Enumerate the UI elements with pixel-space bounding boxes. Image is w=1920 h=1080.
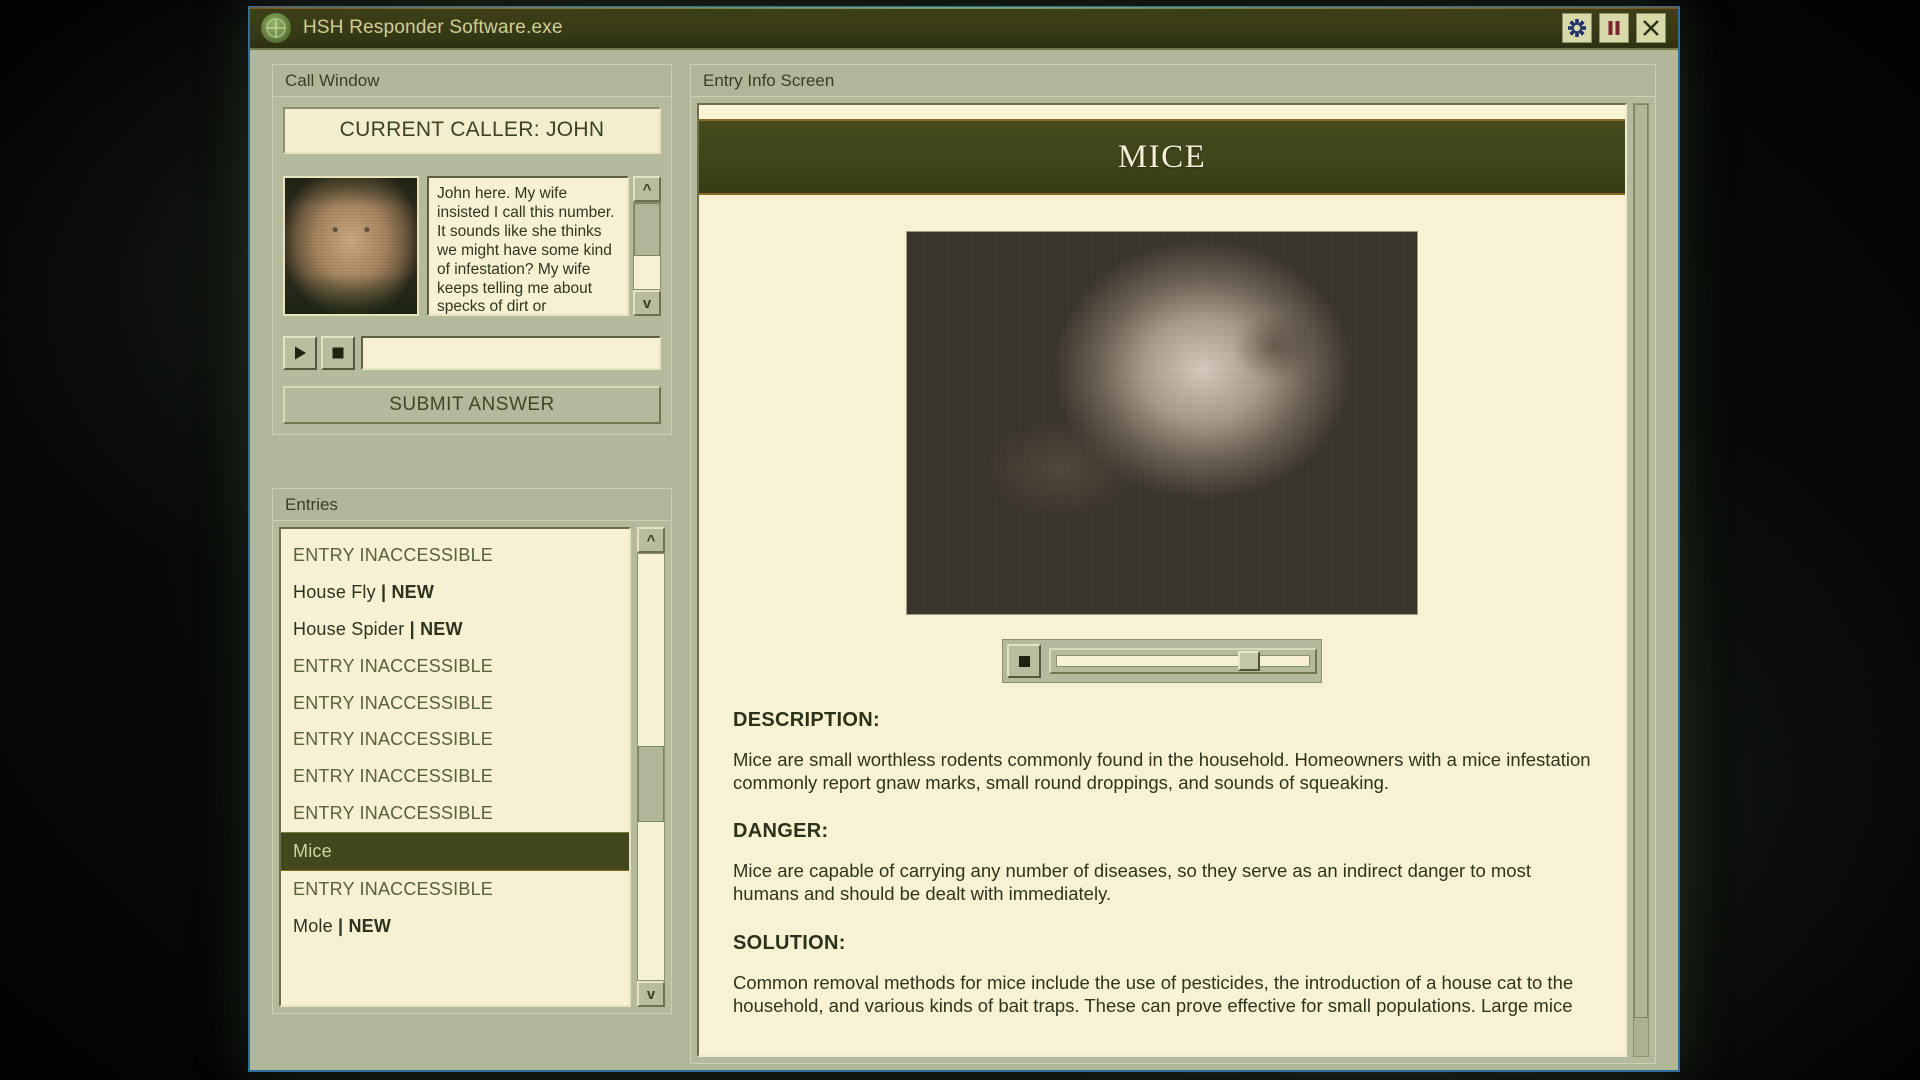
play-button[interactable] — [283, 336, 317, 370]
entries-scrollbar[interactable]: ^ v — [637, 527, 665, 1007]
image-stop-button[interactable] — [1007, 644, 1042, 678]
entry-list-item[interactable]: ENTRY INACCESSIBLE — [281, 871, 629, 908]
entry-new-badge: | NEW — [404, 618, 463, 639]
entries-panel: Entries ENTRY INACCESSIBLE House Fly | NE… — [272, 488, 672, 1014]
caller-portrait — [283, 176, 419, 316]
entries-scroll-up-button[interactable]: ^ — [637, 527, 665, 553]
entry-item-label: Mice — [293, 841, 332, 862]
entry-item-label: ENTRY INACCESSIBLE — [293, 655, 494, 676]
entry-info-body: MICE DESCRIPTION: Mice are small worthle… — [690, 96, 1656, 1064]
entry-list-item[interactable]: ENTRY INACCESSIBLE — [281, 685, 629, 722]
entries-scroll-thumb[interactable] — [638, 745, 664, 823]
entry-list-item[interactable]: House Fly | NEW — [281, 574, 629, 611]
audio-controls-row — [283, 336, 661, 370]
entry-item-label: ENTRY INACCESSIBLE — [293, 803, 494, 824]
entry-section: DANGER: Mice are capable of carrying any … — [699, 820, 1625, 905]
entry-item-label: House Fly — [293, 581, 376, 602]
current-caller-banner: CURRENT CALLER: JOHN — [283, 107, 661, 154]
entry-info-scrollbar[interactable] — [1633, 103, 1649, 1057]
image-slider-track[interactable] — [1049, 648, 1318, 674]
entry-item-label: Mole — [293, 915, 333, 936]
entry-section-body: Mice are capable of carrying any number … — [733, 860, 1531, 905]
entry-list-item[interactable]: House Spider | NEW — [281, 611, 629, 648]
call-window-panel: Call Window CURRENT CALLER: JOHN John he… — [272, 64, 672, 435]
pause-button[interactable] — [1599, 13, 1629, 43]
title-bar: HSH Responder Software.exe — [250, 7, 1678, 50]
entry-sections: DESCRIPTION: Mice are small worthless rod… — [699, 709, 1625, 1017]
dialogue-scrollbar[interactable]: ^ v — [633, 176, 661, 316]
entry-list-item[interactable]: ENTRY INACCESSIBLE — [281, 537, 629, 574]
settings-button[interactable] — [1562, 13, 1592, 43]
window-controls — [1562, 13, 1678, 43]
entry-list-item[interactable]: Mice — [281, 832, 629, 872]
dialogue-scroll-track[interactable] — [633, 202, 661, 290]
entry-new-badge: | NEW — [332, 915, 392, 936]
entries-list[interactable]: ENTRY INACCESSIBLE House Fly | NEW House S… — [279, 527, 631, 1007]
entry-section-heading: DESCRIPTION: — [733, 709, 880, 731]
entry-section-body: Mice are small worthless rodents commonl… — [733, 749, 1591, 794]
gear-icon — [1568, 19, 1586, 37]
entry-list-item[interactable]: ENTRY INACCESSIBLE — [281, 758, 629, 795]
entry-info-page: MICE DESCRIPTION: Mice are small worthle… — [697, 103, 1628, 1057]
entries-label: Entries — [272, 488, 672, 520]
entry-list-item[interactable]: Mole | NEW — [281, 908, 629, 945]
close-x-icon — [1643, 20, 1659, 36]
call-window-label: Call Window — [272, 64, 672, 96]
application-window: HSH Responder Software.exe Call Window C… — [248, 6, 1680, 1072]
stop-icon — [1018, 655, 1030, 667]
pause-icon — [1608, 21, 1620, 35]
image-slider-row[interactable] — [1002, 639, 1323, 683]
hsh-emblem-icon — [261, 13, 291, 43]
entry-new-badge: | NEW — [375, 581, 435, 602]
stop-icon — [332, 347, 344, 359]
close-button[interactable] — [1636, 13, 1666, 43]
entry-list-item[interactable]: ENTRY INACCESSIBLE — [281, 795, 629, 832]
entry-item-label: ENTRY INACCESSIBLE — [293, 879, 494, 900]
play-icon — [295, 346, 306, 360]
entry-item-label: House Spider — [293, 618, 405, 639]
call-dialogue-area: John here. My wife insisted I call this … — [283, 176, 661, 316]
entry-section-body: Common removal methods for mice include … — [733, 971, 1574, 1016]
entries-scroll-track[interactable] — [637, 553, 665, 981]
call-window-body: CURRENT CALLER: JOHN John here. My wife … — [272, 96, 672, 435]
entry-item-label: ENTRY INACCESSIBLE — [293, 766, 494, 787]
dialogue-scroll-thumb[interactable] — [634, 203, 660, 257]
dialogue-scroll-area: John here. My wife insisted I call this … — [427, 176, 661, 316]
entry-item-label: ENTRY INACCESSIBLE — [293, 729, 494, 750]
entry-list-item[interactable]: ENTRY INACCESSIBLE — [281, 721, 629, 758]
dialogue-scroll-down-button[interactable]: v — [633, 290, 661, 316]
submit-answer-button[interactable]: SUBMIT ANSWER — [283, 386, 661, 424]
dialogue-text: John here. My wife insisted I call this … — [427, 176, 629, 316]
image-slider-groove — [1056, 655, 1311, 667]
entries-body: ENTRY INACCESSIBLE House Fly | NEW House S… — [272, 520, 672, 1014]
desktop-background: HSH Responder Software.exe Call Window C… — [0, 0, 1920, 1080]
entry-section-heading: SOLUTION: — [733, 931, 846, 954]
entry-section: DESCRIPTION: Mice are small worthless rod… — [699, 709, 1625, 794]
entry-title-banner: MICE — [699, 119, 1626, 195]
entry-item-label: ENTRY INACCESSIBLE — [293, 692, 494, 713]
window-title: HSH Responder Software.exe — [303, 17, 563, 38]
image-slider-thumb[interactable] — [1238, 651, 1261, 671]
stop-button[interactable] — [321, 336, 355, 370]
entry-info-scroll-track[interactable] — [1633, 103, 1649, 1057]
entry-section-heading: DANGER: — [733, 820, 829, 843]
entries-scroll-down-button[interactable]: v — [637, 981, 665, 1007]
entry-info-panel: Entry Info Screen MICE DESCRIPTION: Mice… — [690, 64, 1656, 1064]
mouse-photograph — [906, 231, 1419, 615]
dialogue-scroll-up-button[interactable]: ^ — [633, 176, 661, 202]
entry-item-label: ENTRY INACCESSIBLE — [293, 545, 494, 565]
entry-title: MICE — [1117, 138, 1207, 175]
entry-info-label: Entry Info Screen — [690, 64, 1656, 96]
answer-input[interactable] — [361, 336, 661, 370]
entry-list-item[interactable]: ENTRY INACCESSIBLE — [281, 648, 629, 685]
entry-section: SOLUTION: Common removal methods for mice… — [699, 932, 1625, 1017]
entry-info-scroll-thumb[interactable] — [1634, 104, 1648, 1018]
